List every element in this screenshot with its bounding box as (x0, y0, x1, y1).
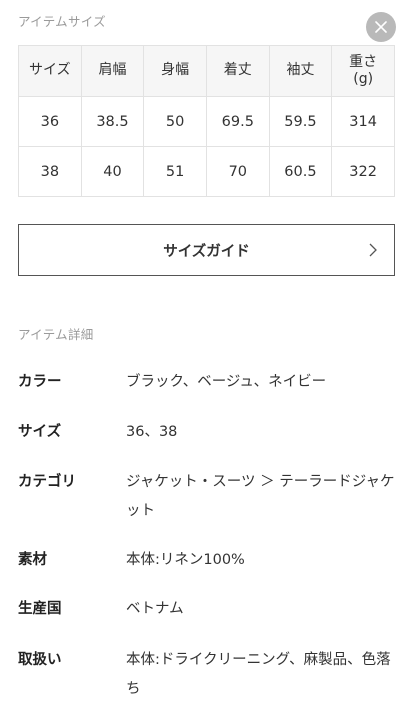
detail-key: カラー (18, 374, 62, 390)
detail-value: 本体:ドライクリーニング、麻製品、色落ち (126, 652, 391, 697)
table-cell: 60.5 (268, 146, 333, 197)
size-table: サイズ 肩幅 身幅 着丈 袖丈 重さ (g) 36 38.5 50 69.5 5… (18, 45, 395, 197)
detail-key: サイズ (18, 424, 62, 440)
table-row: 36 38.5 50 69.5 59.5 314 (18, 96, 395, 147)
item-size-heading: アイテムサイズ (18, 14, 106, 29)
size-table-header: 身幅 (143, 45, 207, 97)
size-table-header: 肩幅 (80, 45, 145, 97)
detail-value: ブラック、ベージュ、ネイビー (126, 374, 327, 390)
table-cell: 40 (80, 146, 145, 197)
close-button[interactable] (366, 12, 396, 42)
size-table-header: サイズ (18, 45, 82, 97)
table-cell: 314 (331, 96, 395, 147)
detail-key: カテゴリ (18, 474, 76, 490)
detail-value: 36、38 (126, 424, 178, 440)
table-cell: 38 (18, 146, 82, 197)
size-table-header: 着丈 (205, 45, 270, 97)
chevron-right-icon (369, 243, 377, 257)
table-cell: 70 (205, 146, 270, 197)
detail-value: ジャケット・スーツ ＞ テーラードジャケット (126, 474, 395, 519)
size-guide-label: サイズガイド (163, 243, 250, 260)
table-cell: 50 (143, 96, 207, 147)
detail-value: 本体:リネン100% (126, 552, 245, 568)
detail-value: ベトナム (126, 601, 184, 617)
size-table-header: 重さ (g) (331, 45, 395, 97)
size-guide-button[interactable]: サイズガイド (18, 224, 395, 276)
table-cell: 36 (18, 96, 82, 147)
table-cell: 59.5 (268, 96, 333, 147)
table-cell: 51 (143, 146, 207, 197)
detail-key: 生産国 (18, 601, 62, 617)
close-icon (375, 21, 387, 33)
table-cell: 69.5 (205, 96, 270, 147)
size-table-header-row: サイズ 肩幅 身幅 着丈 袖丈 重さ (g) (18, 45, 395, 97)
table-row: 38 40 51 70 60.5 322 (18, 146, 395, 197)
detail-key: 取扱い (18, 652, 62, 668)
detail-key: 素材 (18, 552, 47, 568)
table-cell: 322 (331, 146, 395, 197)
item-detail-heading: アイテム詳細 (18, 327, 94, 342)
size-table-header: 袖丈 (268, 45, 333, 97)
table-cell: 38.5 (80, 96, 145, 147)
